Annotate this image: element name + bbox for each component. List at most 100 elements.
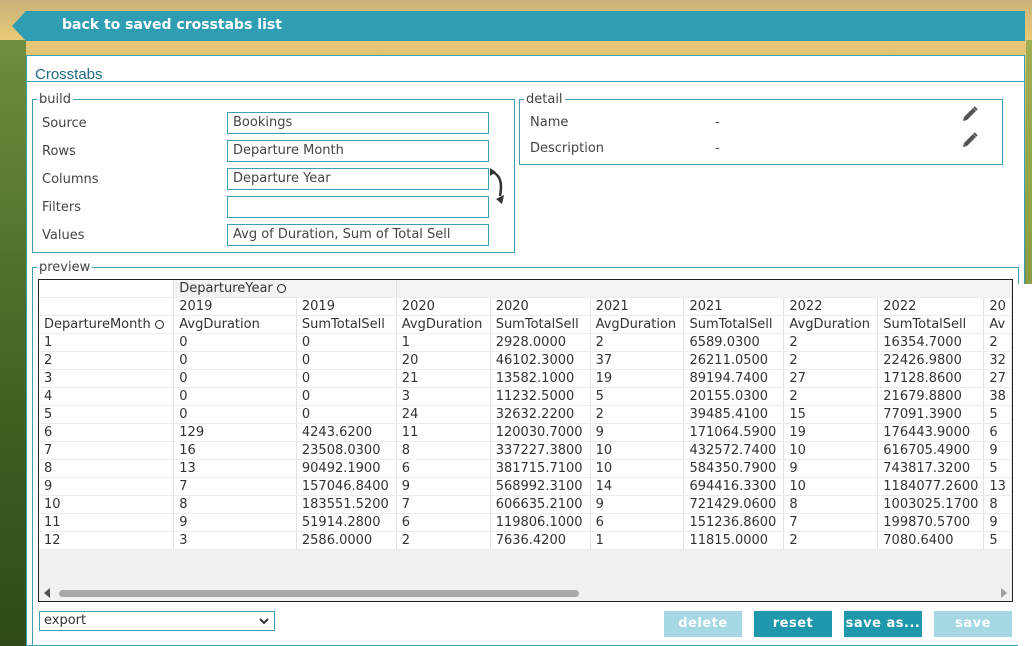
row-field-toggle-icon[interactable] — [154, 319, 164, 329]
corner-cell — [39, 280, 175, 298]
description-value: - — [715, 141, 720, 156]
table-cell: 9 — [396, 477, 491, 496]
table-row: 9 7 157046.8400 9 568992.3100 14 694416.3300 10… — [39, 477, 1012, 496]
title-divider — [27, 81, 1024, 82]
source-label: Source — [42, 116, 87, 131]
table-cell: 90492.1900 — [296, 459, 397, 478]
measure-header-cell: SumTotalSell — [683, 315, 785, 334]
values-field[interactable]: Avg of Duration, Sum of Total Sell — [227, 224, 489, 246]
description-label: Description — [530, 141, 605, 156]
crosstab-table: DepartureYear 2019 2019 2020 2020 2021 2021 202… — [39, 280, 1012, 550]
table-row: 12 3 2586.0000 2 7636.4200 1 11815.0000 2 7080.6… — [39, 531, 1012, 550]
preview-legend: preview — [39, 260, 91, 275]
table-cell: 0 — [296, 387, 397, 406]
table-cell: 6 — [396, 513, 491, 532]
table-cell: 10 — [783, 477, 879, 496]
table-row: 4 0 0 3 11232.5000 5 20155.0300 2 21679.8800 38 — [39, 387, 1012, 406]
table-cell: 22426.9800 — [877, 351, 985, 370]
table-cell: 7 — [783, 513, 879, 532]
edit-description-pencil-icon[interactable] — [961, 131, 979, 149]
table-cell: 0 — [296, 405, 397, 424]
table-cell: 9 — [590, 423, 685, 442]
table-cell: 2 — [783, 387, 879, 406]
table-cell: 2 — [590, 405, 685, 424]
header-filler — [396, 280, 1012, 298]
edit-name-pencil-icon[interactable] — [961, 105, 979, 123]
table-cell: 8 — [783, 495, 879, 514]
year-header-cell: 2019 — [173, 297, 297, 316]
table-cell: 1184077.2600 — [877, 477, 985, 496]
back-to-list-link[interactable]: back to saved crosstabs list — [62, 17, 282, 33]
row-field-cell: DepartureMonth — [39, 315, 175, 334]
table-cell: 9 — [173, 513, 297, 532]
scrollbar-thumb[interactable] — [59, 590, 579, 597]
table-cell: 616705.4900 — [877, 441, 985, 460]
table-cell: 2928.0000 — [490, 333, 591, 352]
crosstab-grid[interactable]: DepartureYear 2019 2019 2020 2020 2021 2021 202… — [38, 279, 1013, 602]
name-label: Name — [530, 115, 569, 130]
columns-field[interactable]: Departure Year — [227, 168, 489, 190]
table-cell: 13 — [173, 459, 297, 478]
row-header-cell: 4 — [39, 387, 175, 406]
filters-field[interactable] — [227, 196, 489, 218]
table-cell: 10 — [590, 441, 685, 460]
row-header-cell: 7 — [39, 441, 175, 460]
table-row: 2 0 0 20 46102.3000 37 26211.0500 2 22426.9800 32 — [39, 351, 1012, 370]
table-cell: 16 — [173, 441, 297, 460]
table-row: 6 129 4243.6200 11 120030.7000 9 171064.5900 19… — [39, 423, 1012, 442]
column-field-toggle-icon[interactable] — [276, 283, 286, 293]
rows-field[interactable]: Departure Month — [227, 140, 489, 162]
table-cell: 23508.0300 — [296, 441, 397, 460]
table-row: 1 0 0 1 2928.0000 2 6589.0300 2 16354.7000 2 — [39, 333, 1012, 352]
table-cell: 2 — [783, 351, 879, 370]
table-cell: 199870.5700 — [877, 513, 985, 532]
measure-header-cell: Av — [983, 315, 1012, 334]
table-cell: 17128.8600 — [877, 369, 985, 388]
swap-rows-columns-icon[interactable] — [486, 166, 506, 206]
scroll-left-arrow-icon[interactable] — [44, 588, 50, 598]
export-selected-value: export — [44, 613, 87, 628]
row-header-cell: 5 — [39, 405, 175, 424]
table-cell: 6 — [590, 513, 685, 532]
horizontal-scrollbar[interactable] — [39, 585, 1012, 601]
table-cell: 6589.0300 — [683, 333, 785, 352]
table-cell: 9 — [983, 441, 1012, 460]
table-cell: 171064.5900 — [683, 423, 785, 442]
table-cell: 5 — [983, 459, 1012, 478]
reset-button[interactable]: reset — [754, 611, 832, 637]
source-field[interactable]: Bookings — [227, 112, 489, 134]
values-label: Values — [42, 228, 85, 243]
table-cell: 10 — [783, 441, 879, 460]
rows-label: Rows — [42, 144, 76, 159]
year-header-cell: 2022 — [783, 297, 879, 316]
table-cell: 20 — [396, 351, 491, 370]
scroll-right-arrow-icon[interactable] — [1001, 588, 1007, 598]
table-cell: 176443.9000 — [877, 423, 985, 442]
table-cell: 15 — [783, 405, 879, 424]
table-cell: 8 — [173, 495, 297, 514]
table-cell: 27 — [783, 369, 879, 388]
table-cell: 32 — [983, 351, 1012, 370]
row-header-cell: 3 — [39, 369, 175, 388]
table-cell: 7080.6400 — [877, 531, 985, 550]
table-cell: 151236.8600 — [683, 513, 785, 532]
save-button[interactable]: save — [934, 611, 1012, 637]
column-field-label: DepartureYear — [179, 280, 273, 296]
row-header-cell: 9 — [39, 477, 175, 496]
measure-header-cell: SumTotalSell — [490, 315, 591, 334]
export-dropdown[interactable]: export — [39, 611, 275, 631]
table-cell: 21 — [396, 369, 491, 388]
delete-button[interactable]: delete — [664, 611, 742, 637]
columns-label: Columns — [42, 172, 99, 187]
table-cell: 9 — [783, 459, 879, 478]
table-cell: 2 — [783, 531, 879, 550]
table-cell: 2 — [590, 333, 685, 352]
table-cell: 3 — [173, 531, 297, 550]
table-cell: 9 — [983, 513, 1012, 532]
measure-header-cell: SumTotalSell — [877, 315, 985, 334]
table-cell: 89194.7400 — [683, 369, 785, 388]
table-cell: 0 — [296, 333, 397, 352]
table-cell: 0 — [173, 351, 297, 370]
save-as-button[interactable]: save as... — [844, 611, 922, 637]
table-cell: 183551.5200 — [296, 495, 397, 514]
